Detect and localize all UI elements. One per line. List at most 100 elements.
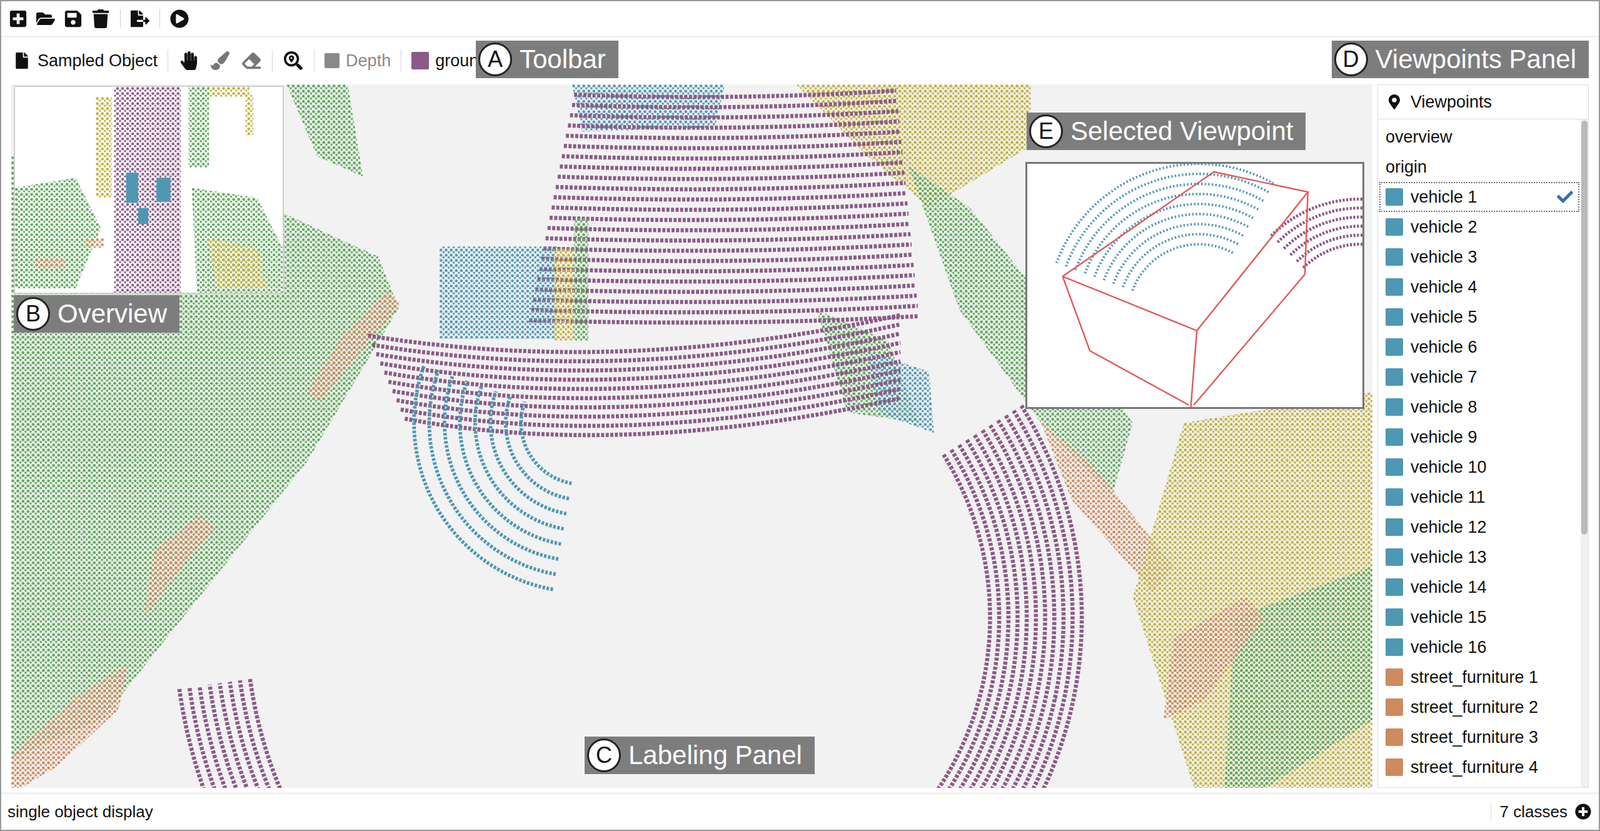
export-icon[interactable] (129, 8, 151, 30)
callout-label: CLabeling Panel (584, 736, 815, 775)
map-marker-icon (1385, 93, 1404, 111)
brush-icon[interactable] (209, 50, 231, 72)
street-furniture (11, 664, 129, 788)
separator (167, 49, 169, 72)
viewpoint-label: vehicle 2 (1410, 217, 1478, 237)
viewpoint-item[interactable]: vehicle 2 (1379, 211, 1580, 242)
viewpoint-item[interactable]: overview (1379, 121, 1580, 152)
viewpoint-list: overview origin vehicle 1 vehicle 2 vehicle … (1378, 119, 1581, 788)
depth-icon (324, 53, 340, 69)
status-mode: single object display (7, 802, 154, 822)
overview-panel[interactable] (13, 85, 284, 294)
callout-text: Selected Viewpoint (1070, 116, 1294, 147)
vehicle (867, 350, 935, 433)
viewpoint-item[interactable]: vehicle 5 (1379, 301, 1580, 333)
viewpoint-label: street_furniture 4 (1410, 757, 1539, 778)
callout-label: ESelected Viewpoint (1026, 112, 1306, 151)
trash-icon[interactable] (90, 8, 112, 30)
class-swatch (1385, 188, 1404, 206)
save-icon[interactable] (62, 8, 84, 30)
callout-letter: B (16, 296, 51, 331)
class-swatch (1385, 248, 1404, 266)
vehicle-points (413, 365, 572, 590)
viewpoint-label: vehicle 6 (1410, 337, 1478, 358)
add-class-icon[interactable] (1573, 802, 1593, 821)
viewpoint-item[interactable]: vehicle 1 (1379, 181, 1580, 212)
separator (159, 9, 161, 29)
eraser-icon[interactable] (240, 50, 262, 72)
viewpoint-item[interactable]: street_furniture 1 (1379, 662, 1580, 693)
viewpoint-item[interactable]: vehicle 4 (1379, 271, 1580, 302)
street-furniture (143, 515, 216, 618)
object-mode-button[interactable]: Sampled Object (12, 51, 158, 71)
viewpoints-body: overview origin vehicle 1 vehicle 2 vehicle … (1378, 119, 1589, 788)
separator (313, 49, 315, 72)
viewpoint-item[interactable]: vehicle 3 (1379, 241, 1580, 272)
viewpoint-item[interactable]: vehicle 9 (1379, 422, 1580, 453)
vegetation (286, 84, 363, 177)
viewpoint-item[interactable]: origin (1379, 151, 1580, 182)
scrollbar-thumb[interactable] (1581, 120, 1588, 535)
search-location-icon[interactable] (282, 50, 304, 72)
class-swatch (1385, 698, 1404, 716)
viewpoint-label: vehicle 10 (1410, 457, 1487, 478)
class-swatch (1385, 728, 1404, 746)
vegetation (11, 154, 399, 760)
viewpoints-panel: Viewpointsoverview origin vehicle 1 vehicle… (1377, 84, 1589, 788)
callout-label: DViewpoints Panel (1331, 40, 1589, 79)
viewpoint-item[interactable]: vehicle 8 (1379, 392, 1580, 423)
viewpoint-label: street_furniture 1 (1410, 667, 1539, 688)
labeling-panel[interactable] (11, 84, 1373, 788)
class-swatch (1385, 668, 1404, 686)
viewpoint-item[interactable]: street_furniture 3 (1379, 722, 1580, 753)
viewpoint-label: vehicle 13 (1410, 547, 1487, 568)
viewpoint-item[interactable]: vehicle 14 (1379, 572, 1580, 603)
callout-letter: E (1029, 114, 1063, 149)
viewpoint-item[interactable]: vehicle 6 (1379, 332, 1580, 363)
class-swatch (1385, 308, 1404, 326)
viewpoint-item[interactable]: vehicle 12 (1379, 512, 1580, 543)
class-swatch (1385, 518, 1404, 536)
separator (400, 49, 402, 72)
viewpoint-label: origin (1385, 157, 1427, 177)
viewpoint-label: vehicle 3 (1410, 247, 1478, 267)
viewpoint-item[interactable]: vehicle 13 (1379, 542, 1580, 573)
selected-viewpoint-view[interactable] (1027, 163, 1363, 408)
callout-letter: C (587, 738, 621, 773)
viewpoint-item[interactable]: vehicle 15 (1379, 602, 1580, 633)
viewpoint-label: vehicle 4 (1410, 277, 1478, 297)
selected-viewpoint-panel[interactable] (1025, 161, 1365, 409)
class-swatch (1385, 608, 1404, 626)
viewpoint-item[interactable]: vehicle 16 (1379, 632, 1580, 663)
class-count: 7 classes (1490, 802, 1593, 822)
separator (271, 49, 273, 72)
file-icon (12, 51, 32, 71)
status-bar: single object display 7 classes (1, 792, 1599, 830)
viewpoint-label: vehicle 1 (1410, 187, 1478, 207)
viewpoint-item[interactable]: street_furniture 4 (1379, 752, 1580, 783)
viewpoint-label: vehicle 9 (1410, 427, 1478, 448)
open-folder-icon[interactable] (35, 8, 57, 30)
hand-icon[interactable] (178, 50, 200, 72)
viewpoint-item[interactable]: street_furniture 2 (1379, 692, 1580, 723)
new-icon[interactable] (7, 8, 29, 30)
viewpoint-label: street_furniture 3 (1410, 727, 1539, 748)
viewpoint-item[interactable]: vehicle 11 (1379, 482, 1580, 513)
vehicle (439, 246, 558, 339)
play-icon[interactable] (168, 8, 191, 30)
scrollbar[interactable] (1580, 119, 1589, 788)
overview-map[interactable] (15, 86, 283, 293)
viewpoints-header: Viewpoints (1378, 85, 1589, 120)
viewpoint-label: vehicle 8 (1410, 397, 1478, 418)
depth-toggle[interactable]: Depth (324, 51, 391, 71)
viewpoint-label: vehicle 16 (1410, 637, 1487, 658)
class-swatch (1385, 578, 1404, 596)
viewpoint-item[interactable]: vehicle 10 (1379, 452, 1580, 483)
terrain (553, 248, 575, 341)
callout-label: BOverview (13, 295, 180, 333)
viewpoint-item[interactable]: vehicle 7 (1379, 362, 1580, 393)
viewpoint-label: vehicle 5 (1410, 307, 1478, 328)
viewpoint-label: vehicle 12 (1410, 517, 1487, 538)
ground-rows (179, 90, 1082, 788)
viewpoint-label: vehicle 14 (1410, 577, 1487, 598)
